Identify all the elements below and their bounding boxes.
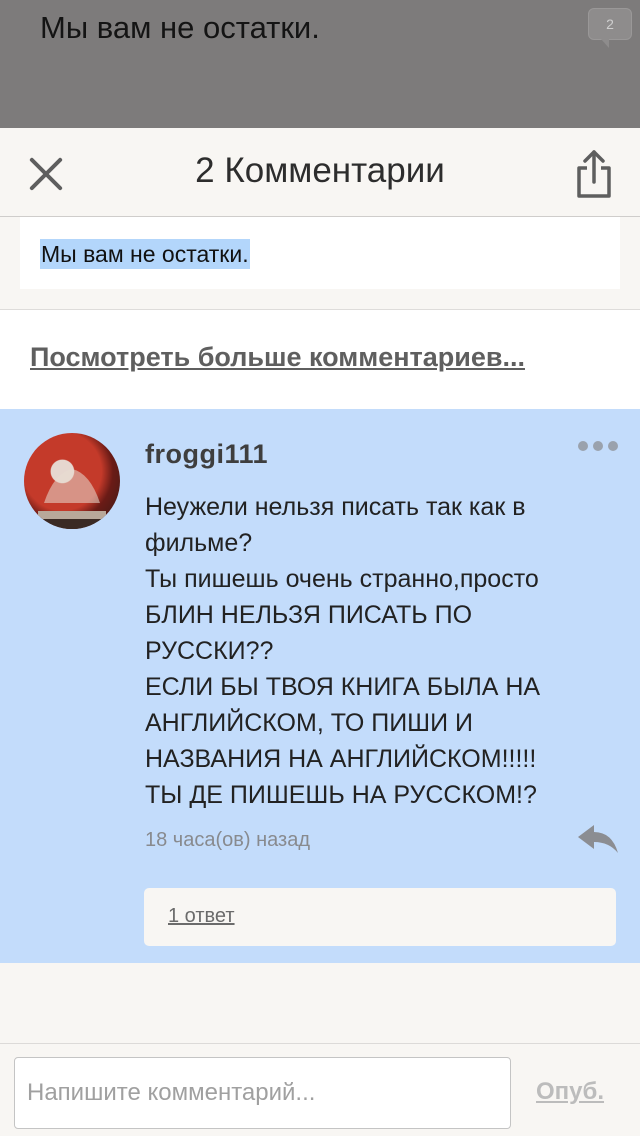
close-icon[interactable] (22, 150, 70, 198)
comment-username[interactable]: froggi111 (145, 439, 268, 470)
comment-composer: Опуб. (0, 1043, 640, 1136)
comment-item: froggi111 Неужели нельзя писать так как … (0, 409, 640, 963)
comment-text: Неужели нельзя писать так как в фильме? … (145, 493, 541, 809)
more-dots-icon[interactable] (578, 439, 618, 453)
view-more-section: Посмотреть больше комментариев... (0, 309, 640, 409)
quoted-paragraph: Мы вам не остатки. (20, 217, 620, 289)
view-more-comments-link[interactable]: Посмотреть больше комментариев... (30, 342, 525, 373)
quoted-text: Мы вам не остатки. (40, 239, 250, 269)
reply-icon[interactable] (576, 821, 620, 857)
publish-button[interactable]: Опуб. (536, 1078, 604, 1106)
comment-count-badge: 2 (588, 8, 632, 48)
replies-button[interactable]: 1 ответ (144, 888, 616, 946)
comments-title: 2 Комментарии (195, 151, 445, 190)
background-page-overlay: Мы вам не остатки. 2 (0, 0, 640, 128)
comment-input[interactable] (14, 1057, 511, 1129)
comment-timestamp: 18 часа(ов) назад (145, 829, 310, 851)
replies-count-link[interactable]: 1 ответ (168, 905, 235, 928)
avatar[interactable] (24, 433, 120, 529)
comments-header: 2 Комментарии (0, 128, 640, 217)
background-page-title: Мы вам не остатки. (40, 10, 320, 45)
share-icon[interactable] (574, 148, 614, 200)
